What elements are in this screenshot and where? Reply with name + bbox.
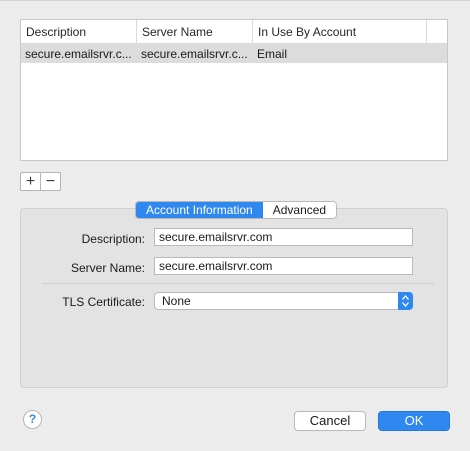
tls-certificate-value: None: [162, 294, 191, 308]
cell-description: secure.emailsrvr.c...: [25, 47, 132, 61]
chevron-updown-icon: [398, 292, 413, 310]
description-field[interactable]: secure.emailsrvr.com: [154, 228, 413, 246]
add-remove-control: + −: [20, 172, 61, 191]
cell-server-name: secure.emailsrvr.c...: [141, 47, 248, 61]
tls-certificate-select[interactable]: None: [154, 292, 413, 310]
cell-in-use-by: Email: [257, 47, 288, 61]
ok-button[interactable]: OK: [378, 411, 450, 431]
add-server-button[interactable]: +: [21, 173, 40, 190]
tls-certificate-label: TLS Certificate:: [62, 295, 145, 309]
server-name-label: Server Name:: [70, 261, 145, 275]
cell-filler: [427, 44, 447, 63]
column-header-in-use-by-account[interactable]: In Use By Account: [253, 20, 427, 43]
column-header-server-name[interactable]: Server Name: [137, 20, 253, 43]
description-label: Description:: [81, 232, 145, 246]
tab-segmented-control: Account Information Advanced: [135, 201, 338, 219]
help-icon: ?: [28, 412, 37, 426]
remove-server-button[interactable]: −: [40, 173, 60, 190]
help-button[interactable]: ?: [23, 410, 42, 429]
column-header-filler: [427, 20, 447, 43]
server-table[interactable]: Description Server Name In Use By Accoun…: [20, 19, 448, 161]
table-row[interactable]: secure.emailsrvr.c... secure.emailsrvr.c…: [21, 44, 447, 63]
tab-advanced[interactable]: Advanced: [262, 202, 337, 218]
plus-icon: +: [25, 173, 36, 190]
window-top-edge: [0, 0, 470, 1]
cancel-button[interactable]: Cancel: [294, 411, 366, 431]
minus-icon: −: [45, 173, 56, 190]
table-header: Description Server Name In Use By Accoun…: [21, 20, 447, 44]
column-header-description[interactable]: Description: [21, 20, 137, 43]
server-name-field[interactable]: secure.emailsrvr.com: [154, 257, 413, 275]
divider: [42, 283, 434, 284]
tab-account-information[interactable]: Account Information: [136, 202, 263, 218]
